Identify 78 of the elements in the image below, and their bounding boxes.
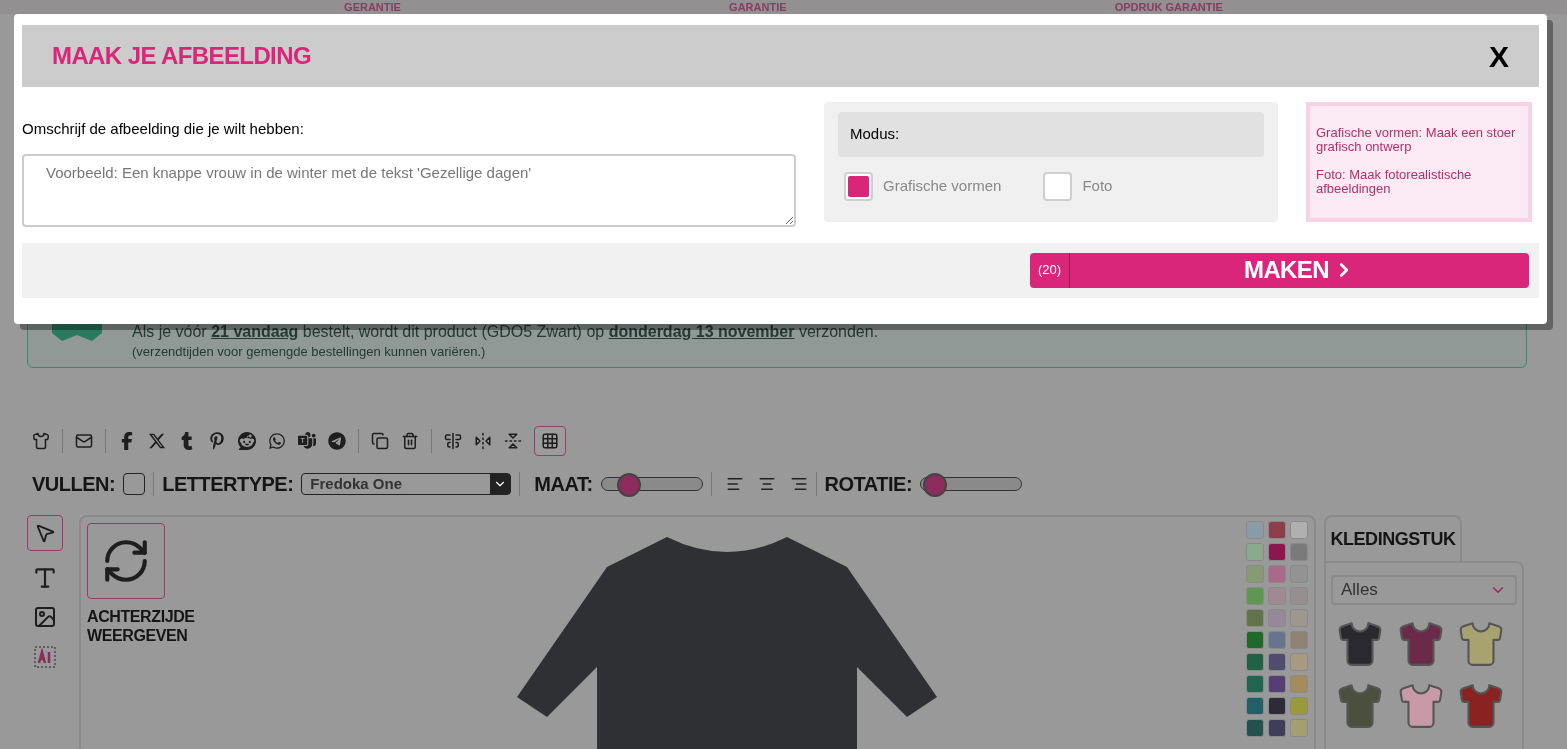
- flip-horizontal-icon[interactable]: [474, 432, 492, 450]
- align-icon[interactable]: [444, 432, 462, 450]
- color-swatch[interactable]: [1246, 521, 1264, 539]
- size-label: MAAT:: [534, 472, 593, 497]
- color-swatch[interactable]: [1268, 521, 1286, 539]
- teams-icon[interactable]: [298, 432, 316, 450]
- credits-count: (20): [1030, 252, 1070, 288]
- ai-chip-icon[interactable]: [32, 643, 58, 671]
- fill-label: VULLEN:: [32, 472, 116, 497]
- align-right-icon[interactable]: [789, 475, 808, 493]
- category-select[interactable]: Alles: [1331, 575, 1517, 605]
- close-button[interactable]: X: [1489, 33, 1509, 79]
- align-center-icon[interactable]: [757, 475, 776, 493]
- color-swatch[interactable]: [1246, 697, 1264, 715]
- color-swatch[interactable]: [1290, 521, 1308, 539]
- x-icon[interactable]: [148, 432, 166, 450]
- color-swatch[interactable]: [1290, 697, 1308, 715]
- color-swatch[interactable]: [1268, 719, 1286, 737]
- slider-thumb[interactable]: [922, 473, 947, 497]
- color-swatch[interactable]: [1268, 697, 1286, 715]
- color-swatch[interactable]: [1268, 653, 1286, 671]
- shirt-icon[interactable]: [32, 432, 50, 450]
- fill-checkbox[interactable]: [123, 473, 146, 495]
- guarantee-label: OPDRUK GARANTIE: [1114, 1, 1223, 13]
- mode-info-text: Foto: Maak fotorealistische afbeeldingen: [1316, 168, 1473, 196]
- color-swatch[interactable]: [1268, 543, 1286, 561]
- garment-tab[interactable]: KLEDINGSTUK: [1324, 515, 1462, 561]
- guarantee-label: GARANTIE: [729, 1, 787, 13]
- align-left-icon[interactable]: [725, 475, 744, 493]
- color-swatch[interactable]: [1246, 543, 1264, 561]
- font-label: LETTERTYPE:: [162, 472, 294, 497]
- color-swatch[interactable]: [1268, 565, 1286, 583]
- prompt-label: Omschrijf de afbeelding die je wilt hebben:: [22, 119, 305, 139]
- trash-icon[interactable]: [401, 432, 419, 450]
- font-select[interactable]: Fredoka One: [301, 473, 512, 495]
- mail-icon[interactable]: [75, 432, 93, 450]
- color-swatch[interactable]: [1290, 719, 1308, 737]
- shipping-text: Als je vóór 21 vandaag bestelt, wordt dit product (GDO5 Zwart) op donderdag 13 november verzonden.: [132, 322, 879, 342]
- image-tool-icon[interactable]: [33, 605, 57, 629]
- rotation-label: ROTATIE:: [824, 472, 913, 497]
- make-button[interactable]: (20) MAKEN: [1030, 252, 1529, 288]
- whatsapp-icon[interactable]: [268, 432, 286, 450]
- back-side-button[interactable]: [87, 523, 165, 599]
- dialog-title: MAAK JE AFBEELDING: [52, 41, 311, 71]
- grid-toggle-button[interactable]: [534, 426, 566, 456]
- flip-vertical-icon[interactable]: [504, 432, 522, 450]
- pointer-icon: [34, 522, 56, 544]
- reddit-icon[interactable]: [238, 432, 256, 450]
- color-swatch[interactable]: [1246, 675, 1264, 693]
- color-swatch[interactable]: [1246, 631, 1264, 649]
- color-swatch[interactable]: [1246, 565, 1264, 583]
- mode-checkbox[interactable]: [1043, 172, 1073, 201]
- mode-option-label: Foto: [1082, 176, 1113, 197]
- color-swatch[interactable]: [1246, 719, 1264, 737]
- select-tool-button[interactable]: [27, 515, 63, 551]
- color-swatch[interactable]: [1246, 653, 1264, 671]
- copy-icon[interactable]: [371, 432, 389, 450]
- color-swatch[interactable]: [1268, 675, 1286, 693]
- shipping-note: (verzendtijden voor gemengde bestellingen kunnen variëren.): [132, 343, 487, 361]
- mode-checkbox[interactable]: [844, 172, 873, 201]
- mode-info-text: Grafische vormen: Maak een stoer grafisch ontwerp: [1316, 126, 1517, 154]
- pinterest-icon[interactable]: [208, 432, 226, 450]
- mode-label: Modus:: [850, 124, 900, 145]
- color-swatch[interactable]: [1290, 543, 1308, 561]
- color-swatch[interactable]: [1246, 587, 1264, 605]
- slider-thumb[interactable]: [616, 473, 641, 497]
- mode-option-label: Grafische vormen: [883, 176, 1002, 197]
- text-tool-icon[interactable]: [32, 565, 58, 591]
- color-swatch[interactable]: [1290, 675, 1308, 693]
- back-side-label: ACHTERZIJDE WEERGEVEN: [87, 607, 196, 645]
- prompt-field[interactable]: Voorbeeld: Een knappe vrouw in de winter met de tekst 'Gezellige dagen': [22, 153, 796, 227]
- guarantee-label: GERANTIE: [344, 1, 401, 13]
- telegram-icon[interactable]: [328, 432, 346, 450]
- color-swatch[interactable]: [1290, 631, 1308, 649]
- grid-icon: [541, 432, 559, 450]
- color-swatch[interactable]: [1290, 653, 1308, 671]
- color-swatch[interactable]: [1268, 631, 1286, 649]
- color-swatch[interactable]: [1246, 609, 1264, 627]
